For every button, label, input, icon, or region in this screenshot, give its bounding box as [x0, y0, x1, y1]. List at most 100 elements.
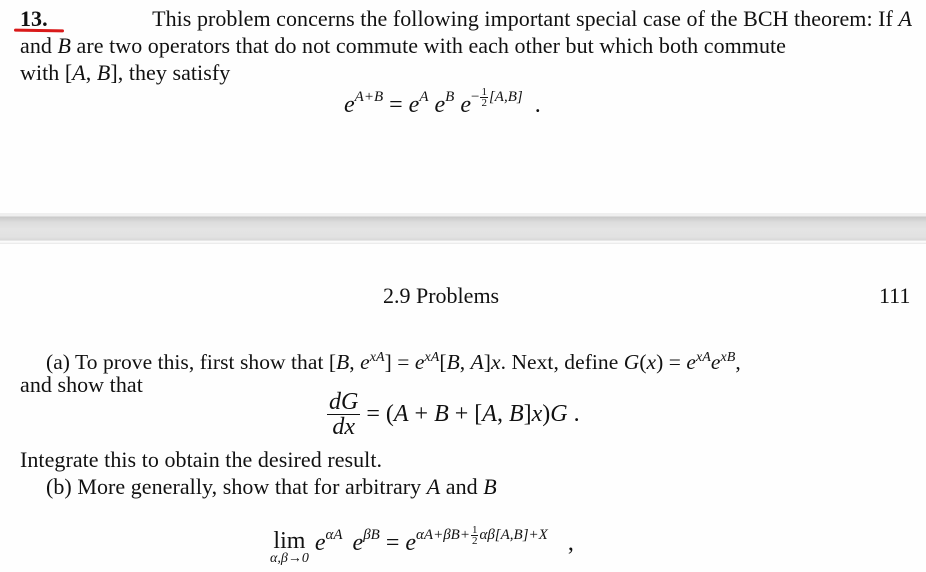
var-b: B	[434, 401, 449, 427]
intro-line3-b: ], they satisfy	[110, 60, 231, 85]
var-b: B	[446, 350, 460, 375]
var-b: B	[57, 33, 71, 58]
fraction-denominator: 2	[481, 97, 487, 110]
running-head-section-title: 2.9 Problems	[383, 283, 500, 308]
text: ]	[523, 401, 532, 427]
text: (a) To prove this, first show that [	[46, 350, 337, 375]
intro-line2-b: are two operators that do not commute wi…	[76, 33, 786, 58]
exp-base: e	[405, 530, 417, 556]
var-g: G	[623, 350, 640, 375]
exp-base: e	[352, 530, 364, 556]
text: (b) More generally, show that for arbitr…	[46, 474, 427, 499]
equals-sign: =	[389, 92, 403, 118]
var-g: G	[550, 401, 568, 427]
intro-line1-text: This problem concerns the following impo…	[152, 6, 893, 31]
fraction-one-half: 12	[480, 87, 488, 110]
var-a: A	[470, 350, 484, 375]
plus: +	[408, 401, 435, 427]
comma: ,	[459, 350, 471, 375]
derivative-fraction: dG dx	[327, 389, 361, 440]
part-a-line-1: (a) To prove this, first show that [B, e…	[46, 345, 741, 375]
fraction-denominator: dx	[332, 414, 355, 440]
exp-base: e	[686, 350, 696, 375]
red-underline-annotation	[13, 28, 65, 33]
text: + [	[448, 401, 483, 427]
problem-intro-line-3: with [A, B], they satisfy	[20, 60, 230, 86]
page-number: 111	[879, 283, 911, 308]
limit-operator: lim α,β→0	[270, 528, 309, 566]
exp-base: e	[314, 530, 326, 556]
var-a: A	[898, 6, 912, 31]
lim-subscript: α,β→0	[270, 551, 309, 566]
problem-number: 13.	[13, 6, 65, 33]
var-b: B	[483, 474, 497, 499]
exponent: A	[419, 89, 429, 105]
exponent: βB	[363, 527, 380, 543]
text: ] =	[384, 350, 415, 375]
dg-dx-equation: dG dx = (A + B + [A, B]x)G .	[327, 390, 580, 439]
var-a: A	[72, 60, 86, 85]
var-x: x	[531, 401, 543, 427]
exponent: xA	[424, 350, 440, 365]
exp-base: e	[408, 92, 420, 118]
exponent: xA	[369, 350, 385, 365]
exp-base: e	[434, 92, 446, 118]
fraction-denominator: 2	[471, 535, 478, 548]
var-x: x	[646, 350, 657, 375]
period: .	[567, 401, 580, 427]
intro-line2-a: and	[20, 33, 52, 58]
intro-text-2: and B are two operators that do not comm…	[20, 33, 786, 59]
part-a-line-3: Integrate this to obtain the desired res…	[20, 447, 383, 472]
problem-intro-line-1: 13. This problem concerns the following …	[13, 6, 912, 33]
var-b: B	[96, 60, 111, 85]
problem-number-text: 13.	[20, 6, 48, 31]
part-b-line-1: (b) More generally, show that for arbitr…	[46, 474, 497, 500]
fraction-numerator: dG	[327, 389, 361, 415]
equals-sign: =	[385, 530, 400, 556]
text: = (	[366, 401, 394, 427]
exponent-part: αβ[A,B]+X	[479, 527, 548, 543]
exponent-part: αA+βB+	[416, 527, 470, 543]
var-b: B	[336, 350, 350, 375]
text: and	[440, 474, 484, 499]
text: (	[639, 350, 647, 375]
lim-word: lim	[273, 528, 306, 554]
comma: ,	[349, 350, 361, 375]
comma: ,	[735, 350, 741, 375]
minus-sign: −	[470, 89, 480, 105]
exponent: B	[445, 89, 455, 105]
exponent: xB	[720, 350, 736, 365]
var-a: A	[393, 401, 409, 427]
exponent: −1 2 [A,B]	[470, 87, 523, 110]
exp-base: e	[710, 350, 721, 375]
exp-base: e	[344, 92, 355, 118]
fraction-one-half: 12	[470, 525, 479, 548]
comma: ,	[567, 530, 574, 556]
var-b: B	[508, 401, 524, 427]
var-a: A	[482, 401, 497, 427]
exponent: αA	[325, 527, 343, 543]
exponent: A+B	[354, 89, 384, 105]
exp-base: e	[360, 350, 370, 375]
period: .	[534, 92, 541, 118]
exponent: xA	[695, 350, 711, 365]
commutator: [A,B]	[488, 89, 523, 105]
comma: ,	[496, 401, 509, 427]
exp-base: e	[460, 92, 471, 118]
text: ) =	[656, 350, 687, 375]
text: ]	[483, 350, 492, 375]
intro-text-1: This problem concerns the following impo…	[152, 6, 912, 32]
var-x: x	[491, 350, 501, 375]
problem-number-wrap: 13.	[13, 6, 65, 33]
problem-intro-line-2: and B are two operators that do not comm…	[20, 33, 912, 59]
intro-line3-a: with [	[20, 60, 73, 85]
bch-general-limit-equation: lim α,β→0 eαA eβB = eαA+βB+ 1 2 αβ[A,B]+X ,	[270, 525, 574, 566]
text: . Next, define	[500, 350, 624, 375]
bch-special-case-equation: eA+B = eA eB e− 1 2 [A,B] .	[344, 87, 541, 119]
comma: ,	[85, 60, 97, 85]
text: [	[439, 350, 447, 375]
part-a-line-2: and show that	[20, 372, 143, 397]
page-separator	[0, 213, 926, 244]
page-top: 13. This problem concerns the following …	[0, 0, 926, 213]
var-a: A	[426, 474, 441, 499]
